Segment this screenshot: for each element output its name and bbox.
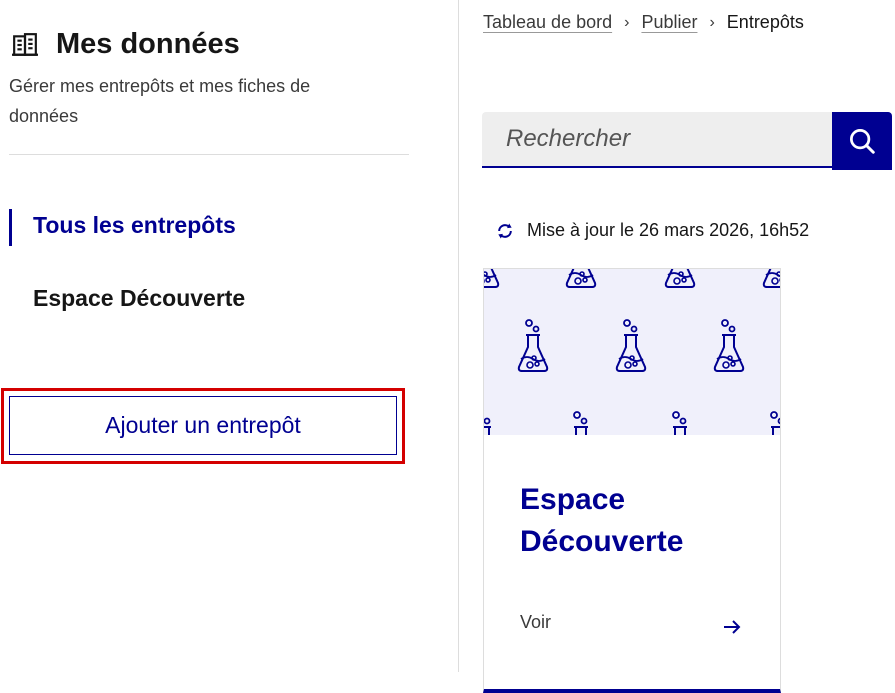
main-content: Tableau de bord › Publier › Entrepôts Mi… (459, 0, 895, 693)
arrow-right-icon[interactable] (720, 615, 744, 639)
warehouse-card[interactable]: Espace Découverte Voir (483, 268, 781, 693)
breadcrumb: Tableau de bord › Publier › Entrepôts (483, 12, 804, 33)
search-bar (482, 112, 892, 170)
sidebar-item-espace-decouverte[interactable]: Espace Découverte (33, 285, 245, 312)
card-title[interactable]: Espace Découverte (520, 479, 760, 563)
sidebar: Mes données Gérer mes entrepôts et mes f… (0, 0, 459, 672)
card-view-link[interactable]: Voir (520, 612, 551, 633)
refresh-icon (498, 223, 512, 238)
search-input[interactable] (482, 112, 832, 168)
building-icon (12, 32, 38, 56)
chevron-right-icon: › (624, 13, 630, 31)
search-icon (850, 129, 875, 154)
breadcrumb-link-dashboard[interactable]: Tableau de bord (483, 12, 612, 33)
chevron-right-icon: › (709, 13, 715, 31)
card-image (484, 269, 780, 435)
flask-pattern-icon (484, 269, 780, 435)
active-nav-indicator (9, 209, 12, 246)
page-title: Mes données (12, 28, 240, 61)
sidebar-item-all-warehouses[interactable]: Tous les entrepôts (33, 212, 236, 239)
page-description: Gérer mes entrepôts et mes fiches de don… (9, 76, 311, 126)
add-warehouse-button[interactable]: Ajouter un entrepôt (9, 396, 397, 455)
breadcrumb-current: Entrepôts (726, 12, 804, 32)
breadcrumb-link-publish[interactable]: Publier (641, 12, 697, 33)
last-update: Mise à jour le 26 mars 2026, 16h52 (495, 220, 809, 241)
divider (9, 154, 409, 155)
page-title-text: Mes données (56, 28, 240, 60)
search-button[interactable] (832, 112, 892, 170)
last-update-text: Mise à jour le 26 mars 2026, 16h52 (527, 220, 810, 240)
